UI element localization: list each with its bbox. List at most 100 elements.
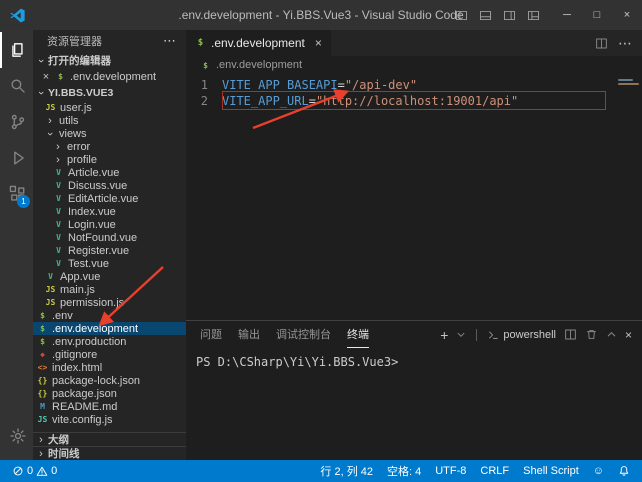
eol[interactable]: CRLF <box>476 465 513 477</box>
chevron-down-icon: › <box>35 56 47 66</box>
close-icon[interactable]: × <box>41 71 51 83</box>
code-editor[interactable]: 1VITE_APP_BASEAPI="/api-dev"2VITE_APP_UR… <box>186 74 642 320</box>
extensions-icon[interactable]: 1 <box>0 176 33 212</box>
feedback-smiley-icon[interactable]: ☺ <box>589 465 608 477</box>
file-tree: JSuser.js›utils›views›error›profileVArti… <box>33 101 186 426</box>
tree-item-package-lock.json[interactable]: {}package-lock.json <box>33 374 186 387</box>
tab-env-development[interactable]: $ .env.development × <box>186 30 331 56</box>
outline-section-header[interactable]: › 大纲 <box>33 432 186 446</box>
html-file-icon: <> <box>37 363 48 372</box>
tree-item-login.vue[interactable]: VLogin.vue <box>33 218 186 231</box>
tree-item-user.js[interactable]: JSuser.js <box>33 101 186 114</box>
indentation[interactable]: 空格: 4 <box>383 463 425 479</box>
toggle-secondary-sidebar-icon[interactable] <box>503 9 516 22</box>
problems-status[interactable]: 0 0 <box>8 465 61 477</box>
code-line-2[interactable]: 2VITE_APP_URL="http://localhost:19001/ap… <box>186 93 616 109</box>
tree-item-views[interactable]: ›views <box>33 127 186 140</box>
customize-layout-icon[interactable] <box>527 9 540 22</box>
encoding[interactable]: UTF-8 <box>431 465 470 477</box>
code-line-1[interactable]: 1VITE_APP_BASEAPI="/api-dev" <box>186 77 616 93</box>
vue-file-icon: V <box>53 259 64 268</box>
more-actions-icon[interactable]: ⋯ <box>163 33 176 49</box>
toggle-panel-icon[interactable] <box>479 9 492 22</box>
tree-item-package.json[interactable]: {}package.json <box>33 387 186 400</box>
chevron-right-icon: › <box>53 141 63 153</box>
close-window-button[interactable]: × <box>612 0 642 30</box>
panel-tab-2[interactable]: 调试控制台 <box>276 321 331 348</box>
config-file-icon: JS <box>37 415 48 424</box>
minimize-button[interactable]: ─ <box>552 0 582 30</box>
run-debug-icon[interactable] <box>0 140 33 176</box>
tree-item-register.vue[interactable]: VRegister.vue <box>33 244 186 257</box>
tree-item-label: profile <box>67 154 97 166</box>
toggle-sidebar-icon[interactable] <box>455 9 468 22</box>
timeline-section-header[interactable]: › 时间线 <box>33 446 186 460</box>
chevron-down-icon: › <box>35 88 47 98</box>
split-editor-icon[interactable] <box>595 37 608 50</box>
tree-item-utils[interactable]: ›utils <box>33 114 186 127</box>
tree-item-.env[interactable]: $.env <box>33 309 186 322</box>
minimap-line <box>618 79 633 81</box>
split-terminal-icon[interactable] <box>564 328 577 341</box>
more-actions-icon[interactable]: ⋯ <box>618 35 632 52</box>
minimap[interactable] <box>616 74 642 320</box>
tree-item-label: .env.production <box>52 336 126 348</box>
tree-item-.env.production[interactable]: $ .env.production <box>33 335 186 348</box>
tree-item-index.html[interactable]: <> index.html <box>33 361 186 374</box>
panel-tab-3-active[interactable]: 终端 <box>347 321 369 348</box>
tree-item-readme.md[interactable]: MREADME.md <box>33 400 186 413</box>
panel-tab-1[interactable]: 输出 <box>238 321 260 348</box>
tree-item-main.js[interactable]: JSmain.js <box>33 283 186 296</box>
open-editors-header[interactable]: › 打开的编辑器 <box>33 52 186 69</box>
vue-file-icon: V <box>53 233 64 242</box>
tree-item-index.vue[interactable]: VIndex.vue <box>33 205 186 218</box>
terminal-shell-label: powershell <box>503 329 556 341</box>
maximize-button[interactable]: □ <box>582 0 612 30</box>
cursor-position[interactable]: 行 2, 列 42 <box>316 463 377 479</box>
notifications-bell-icon[interactable] <box>614 465 634 477</box>
open-editors-label: 打开的编辑器 <box>48 53 111 68</box>
tree-item-permission.js[interactable]: JSpermission.js <box>33 296 186 309</box>
tree-item-notfound.vue[interactable]: V NotFound.vue <box>33 231 186 244</box>
panel-tab-0[interactable]: 问题 <box>200 321 222 348</box>
outline-label: 大纲 <box>48 432 69 447</box>
js-file-icon: JS <box>45 298 56 307</box>
new-terminal-icon[interactable]: + <box>440 328 448 342</box>
tree-item-label: index.html <box>52 362 102 374</box>
tree-item-profile[interactable]: ›profile <box>33 153 186 166</box>
tree-item-vite.config.js[interactable]: JSvite.config.js <box>33 413 186 426</box>
close-tab-icon[interactable]: × <box>315 36 322 50</box>
tree-item-label: .env.development <box>52 323 138 335</box>
source-control-icon[interactable] <box>0 104 33 140</box>
tree-item-editarticle.vue[interactable]: VEditArticle.vue <box>33 192 186 205</box>
tree-item-.gitignore[interactable]: ◆.gitignore <box>33 348 186 361</box>
tree-item-error[interactable]: ›error <box>33 140 186 153</box>
chevron-right-icon: › <box>36 434 46 446</box>
panel-tabs: 问题输出调试控制台终端 <box>200 321 369 348</box>
tree-item-article.vue[interactable]: VArticle.vue <box>33 166 186 179</box>
terminal-instance-powershell[interactable]: powershell <box>487 329 556 341</box>
tree-item-label: NotFound.vue <box>68 232 137 244</box>
breadcrumb[interactable]: $ .env.development <box>186 56 642 74</box>
project-root-header[interactable]: › YI.BBS.VUE3 <box>33 84 186 101</box>
tree-item-test.vue[interactable]: VTest.vue <box>33 257 186 270</box>
bottom-panel: 问题输出调试控制台终端 + powershell × PS D:\CSharp\… <box>186 320 642 460</box>
tree-item-label: App.vue <box>60 271 100 283</box>
close-panel-icon[interactable]: × <box>625 328 632 342</box>
maximize-panel-icon[interactable] <box>606 329 617 340</box>
kill-terminal-icon[interactable] <box>585 328 598 341</box>
env-file-icon: $ <box>37 337 48 346</box>
terminal-output[interactable]: PS D:\CSharp\Yi\Yi.BBS.Vue3> <box>186 348 642 369</box>
language-mode[interactable]: Shell Script <box>519 465 583 477</box>
chevron-down-icon[interactable] <box>456 330 466 340</box>
tree-item-discuss.vue[interactable]: VDiscuss.vue <box>33 179 186 192</box>
explorer-icon[interactable] <box>0 32 33 68</box>
open-editor-item[interactable]: × $ .env.development <box>33 69 186 84</box>
tree-item-.env.development[interactable]: $.env.development <box>33 322 186 335</box>
breadcrumb-item: .env.development <box>216 59 302 71</box>
error-icon <box>12 465 24 477</box>
settings-gear-icon[interactable] <box>0 418 33 454</box>
search-icon[interactable] <box>0 68 33 104</box>
tree-item-label: .env <box>52 310 73 322</box>
tree-item-app.vue[interactable]: VApp.vue <box>33 270 186 283</box>
